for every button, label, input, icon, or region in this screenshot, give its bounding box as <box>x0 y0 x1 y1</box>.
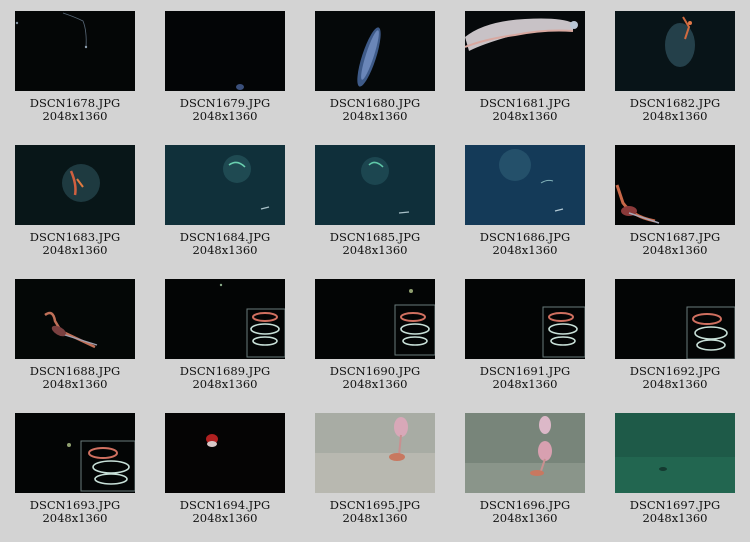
thumbnail-image[interactable] <box>465 145 585 225</box>
thumbnail-image[interactable] <box>15 279 135 359</box>
gallery-item[interactable]: DSCN1687.JPG 2048x1360 <box>600 134 750 268</box>
thumbnail-image[interactable] <box>615 413 735 493</box>
image-dimensions: 2048x1360 <box>342 243 408 257</box>
gallery-item[interactable]: DSCN1684.JPG 2048x1360 <box>150 134 300 268</box>
image-dimensions: 2048x1360 <box>492 377 558 391</box>
image-dimensions: 2048x1360 <box>42 109 108 123</box>
thumbnail-image[interactable] <box>315 279 435 359</box>
thumbnail-image[interactable] <box>465 279 585 359</box>
thumbnail-image[interactable] <box>165 145 285 225</box>
image-dimensions: 2048x1360 <box>192 377 258 391</box>
image-dimensions: 2048x1360 <box>642 243 708 257</box>
gallery-item[interactable]: DSCN1696.JPG 2048x1360 <box>450 402 600 536</box>
thumbnail-image[interactable] <box>15 11 135 91</box>
thumbnail-image[interactable] <box>465 11 585 91</box>
gallery-item[interactable]: DSCN1690.JPG 2048x1360 <box>300 268 450 402</box>
image-dimensions: 2048x1360 <box>342 511 408 525</box>
gallery-item[interactable]: DSCN1688.JPG 2048x1360 <box>0 268 150 402</box>
thumbnail-image[interactable] <box>165 11 285 91</box>
thumbnail-image[interactable] <box>315 145 435 225</box>
image-dimensions: 2048x1360 <box>42 377 108 391</box>
gallery-item[interactable]: DSCN1692.JPG 2048x1360 <box>600 268 750 402</box>
gallery-item[interactable]: DSCN1683.JPG 2048x1360 <box>0 134 150 268</box>
image-dimensions: 2048x1360 <box>342 377 408 391</box>
gallery-item[interactable]: DSCN1681.JPG 2048x1360 <box>450 0 600 134</box>
thumbnail-image[interactable] <box>315 413 435 493</box>
gallery-item[interactable]: DSCN1689.JPG 2048x1360 <box>150 268 300 402</box>
image-dimensions: 2048x1360 <box>642 109 708 123</box>
gallery-item[interactable]: DSCN1686.JPG 2048x1360 <box>450 134 600 268</box>
image-dimensions: 2048x1360 <box>42 243 108 257</box>
thumbnail-image[interactable] <box>615 279 735 359</box>
gallery-item[interactable]: DSCN1695.JPG 2048x1360 <box>300 402 450 536</box>
thumbnail-image[interactable] <box>615 145 735 225</box>
gallery-item[interactable]: DSCN1691.JPG 2048x1360 <box>450 268 600 402</box>
thumbnail-image[interactable] <box>15 413 135 493</box>
image-dimensions: 2048x1360 <box>642 377 708 391</box>
gallery-item[interactable]: DSCN1682.JPG 2048x1360 <box>600 0 750 134</box>
gallery-item[interactable]: DSCN1694.JPG 2048x1360 <box>150 402 300 536</box>
image-dimensions: 2048x1360 <box>342 109 408 123</box>
gallery-item[interactable]: DSCN1693.JPG 2048x1360 <box>0 402 150 536</box>
image-dimensions: 2048x1360 <box>642 511 708 525</box>
image-dimensions: 2048x1360 <box>192 243 258 257</box>
gallery-item[interactable]: DSCN1680.JPG 2048x1360 <box>300 0 450 134</box>
image-dimensions: 2048x1360 <box>192 511 258 525</box>
image-dimensions: 2048x1360 <box>492 109 558 123</box>
image-dimensions: 2048x1360 <box>492 511 558 525</box>
image-gallery-page: { "gallery": { "items": [ {"filename":"D… <box>0 0 750 542</box>
image-dimensions: 2048x1360 <box>192 109 258 123</box>
gallery-item[interactable]: DSCN1678.JPG 2048x1360 <box>0 0 150 134</box>
gallery-item[interactable]: DSCN1685.JPG 2048x1360 <box>300 134 450 268</box>
image-dimensions: 2048x1360 <box>42 511 108 525</box>
thumbnail-image[interactable] <box>615 11 735 91</box>
thumbnail-image[interactable] <box>315 11 435 91</box>
thumbnail-image[interactable] <box>465 413 585 493</box>
thumbnail-image[interactable] <box>165 413 285 493</box>
gallery-item[interactable]: DSCN1697.JPG 2048x1360 <box>600 402 750 536</box>
thumbnail-image[interactable] <box>165 279 285 359</box>
gallery-item[interactable]: DSCN1679.JPG 2048x1360 <box>150 0 300 134</box>
thumbnail-image[interactable] <box>15 145 135 225</box>
image-dimensions: 2048x1360 <box>492 243 558 257</box>
